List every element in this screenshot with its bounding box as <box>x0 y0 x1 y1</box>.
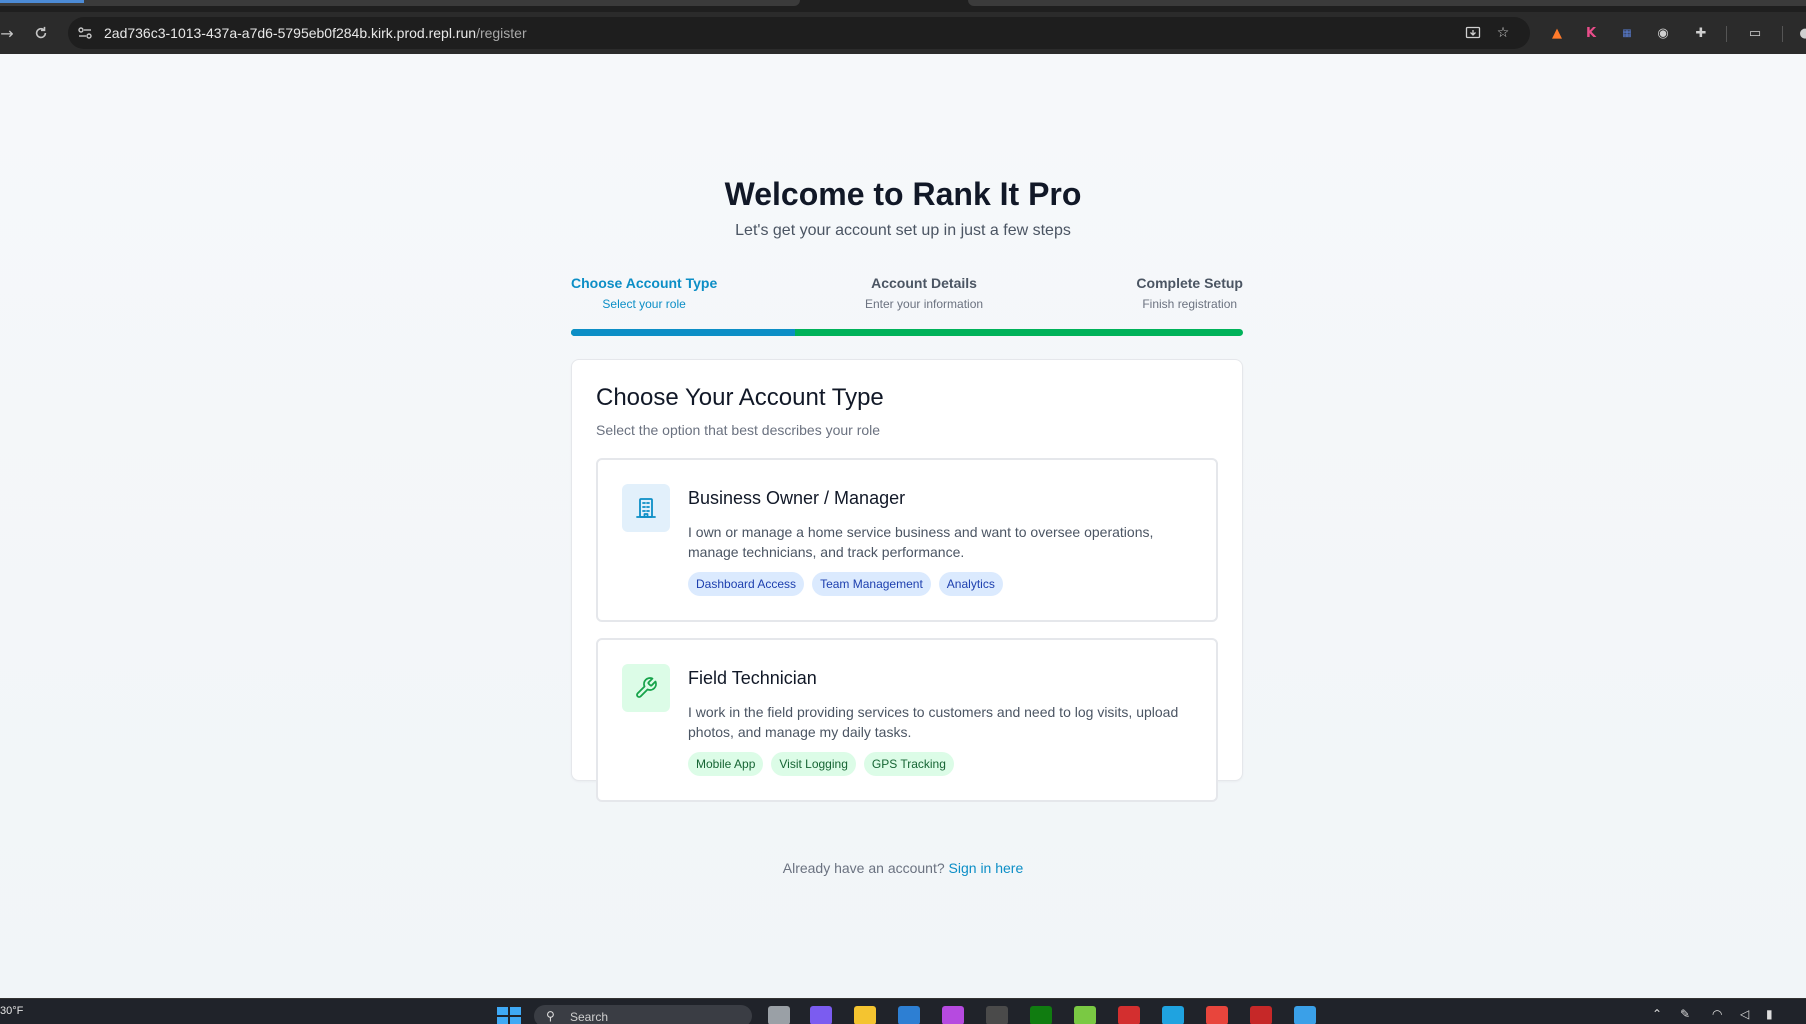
browser-toolbar: → 2ad736c3-1013-437a-a7d6-5795eb0f284b.k… <box>0 12 1806 54</box>
install-app-icon[interactable] <box>1463 23 1483 43</box>
step-subtitle: Enter your information <box>865 297 984 311</box>
taskbar-app-instagram-icon[interactable] <box>942 1006 964 1024</box>
taskbar-app-edge-icon[interactable] <box>1162 1006 1184 1024</box>
forward-icon[interactable]: → <box>0 20 20 46</box>
url-host: 2ad736c3-1013-437a-a7d6-5795eb0f284b.kir… <box>104 25 477 41</box>
card-title: Choose Your Account Type <box>596 384 884 411</box>
option-title: Business Owner / Manager <box>688 488 906 508</box>
browser-tab-2[interactable] <box>968 0 1806 6</box>
option-description: I work in the field providing services t… <box>688 704 1179 740</box>
taskbar-search-text: Search <box>570 1010 609 1024</box>
toolbar-separator <box>1726 26 1727 42</box>
page-title: Welcome to Rank It Pro <box>724 176 1082 212</box>
signin-prompt: Already have an account? Sign in here <box>0 860 1806 876</box>
building-icon <box>622 484 670 532</box>
wifi-icon[interactable]: ◠ <box>1712 1007 1722 1021</box>
step-title: Account Details <box>871 275 977 291</box>
volume-icon[interactable]: ◁ <box>1740 1007 1749 1021</box>
taskbar-search[interactable]: ⚲ Search <box>534 1005 752 1024</box>
taskbar-app-notepad-icon[interactable] <box>1294 1006 1316 1024</box>
signin-prompt-text: Already have an account? <box>782 860 945 876</box>
tag-analytics: Analytics <box>938 572 1003 596</box>
wrench-icon <box>622 664 670 712</box>
step-title: Choose Account Type <box>571 275 718 291</box>
option-business-owner[interactable]: Business Owner / Manager I own or manage… <box>596 458 1218 622</box>
taskbar-app-terminal-icon[interactable] <box>986 1006 1008 1024</box>
tag-mobile-app: Mobile App <box>688 752 764 776</box>
card-subtitle: Select the option that best describes yo… <box>596 422 881 438</box>
step-account-details: Account Details Enter your information <box>865 275 983 311</box>
register-page: Welcome to Rank It Pro Let's get your ac… <box>0 54 1806 998</box>
bookmark-star-icon[interactable]: ☆ <box>1493 23 1513 43</box>
option-field-technician[interactable]: Field Technician I work in the field pro… <box>596 638 1218 802</box>
account-type-card: Choose Your Account Type Select the opti… <box>571 359 1243 802</box>
step-title: Complete Setup <box>1136 275 1243 291</box>
option-tags: Dashboard Access Team Management Analyti… <box>688 572 1003 596</box>
extension-fox-icon[interactable]: ▲ <box>1546 22 1568 44</box>
tab-strip <box>0 0 1806 12</box>
step-subtitle: Select your role <box>602 297 686 311</box>
search-icon: ⚲ <box>546 1009 555 1023</box>
toolbar-separator-2 <box>1782 26 1783 42</box>
profile-avatar-icon[interactable]: ● <box>1794 22 1806 44</box>
taskbar-app-chatgpt-icon[interactable] <box>1074 1006 1096 1024</box>
os-taskbar: 30°F ⚲ Search ⌃ ✎ ◠ ◁ ▮ <box>0 998 1806 1024</box>
step-subtitle: Finish registration <box>1142 297 1238 311</box>
battery-icon[interactable]: ▮ <box>1766 1007 1773 1021</box>
registration-stepper: Choose Account Type Select your role Acc… <box>571 275 1243 336</box>
step-complete-setup: Complete Setup Finish registration <box>1136 275 1243 311</box>
reload-icon[interactable] <box>28 20 54 46</box>
tray-chevron-up-icon[interactable]: ⌃ <box>1652 1007 1662 1021</box>
url-text: 2ad736c3-1013-437a-a7d6-5795eb0f284b.kir… <box>104 25 527 41</box>
address-bar[interactable]: 2ad736c3-1013-437a-a7d6-5795eb0f284b.kir… <box>68 17 1530 49</box>
taskbar-app-chrome-icon[interactable] <box>1206 1006 1228 1024</box>
step-choose-account-type: Choose Account Type Select your role <box>571 275 717 311</box>
url-path: /register <box>476 25 527 41</box>
option-title: Field Technician <box>688 668 817 688</box>
camera-icon[interactable]: ◉ <box>1652 22 1674 44</box>
page-subtitle: Let's get your account set up in just a … <box>735 222 1071 239</box>
extension-k-icon[interactable]: K <box>1580 22 1602 44</box>
weather-widget[interactable]: 30°F <box>0 1005 23 1017</box>
taskbar-app-file-explorer-icon[interactable] <box>854 1006 876 1024</box>
progress-bar-fill <box>571 329 795 336</box>
tab-loading-indicator <box>0 0 84 3</box>
browser-tab[interactable] <box>0 0 800 6</box>
progress-bar <box>571 329 1243 336</box>
windows-start-icon[interactable] <box>497 1007 521 1024</box>
option-description: I own or manage a home service business … <box>688 524 1154 560</box>
taskbar-app-red-icon[interactable] <box>1250 1006 1272 1024</box>
extension-grid-icon[interactable]: ▦ <box>1616 22 1638 44</box>
signin-link[interactable]: Sign in here <box>949 860 1024 876</box>
taskbar-app-xbox-icon[interactable] <box>1030 1006 1052 1024</box>
taskbar-app-vscode-icon[interactable] <box>898 1006 920 1024</box>
tag-gps-tracking: GPS Tracking <box>863 752 954 776</box>
taskbar-app-opera-icon[interactable] <box>1118 1006 1140 1024</box>
tag-team-management: Team Management <box>812 572 931 596</box>
tag-visit-logging: Visit Logging <box>771 752 856 776</box>
extensions-puzzle-icon[interactable]: ✚ <box>1690 22 1712 44</box>
side-panel-icon[interactable]: ▭ <box>1744 22 1766 44</box>
option-tags: Mobile App Visit Logging GPS Tracking <box>688 752 954 776</box>
taskbar-app-copilot-icon[interactable] <box>810 1006 832 1024</box>
site-info-icon[interactable] <box>76 24 94 42</box>
taskbar-app-task-view-icon[interactable] <box>768 1006 790 1024</box>
tray-pen-icon[interactable]: ✎ <box>1680 1007 1690 1021</box>
tag-dashboard-access: Dashboard Access <box>688 572 805 596</box>
